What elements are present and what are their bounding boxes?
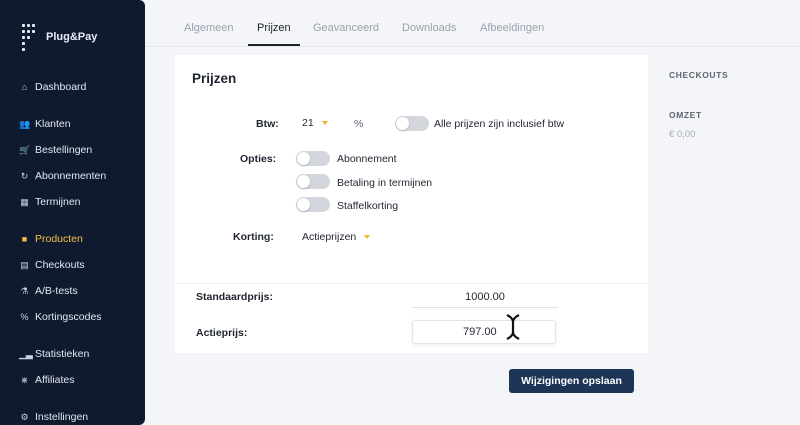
checkouts-label: CHECKOUTS <box>669 70 729 80</box>
tabs-divider <box>145 46 800 47</box>
termijnen-toggle[interactable] <box>296 174 330 189</box>
tab-bar <box>145 0 800 48</box>
btw-label: Btw: <box>256 118 279 130</box>
omzet-label: OMZET <box>669 110 702 120</box>
korting-label: Korting: <box>233 231 274 243</box>
sidebar-item-label: Termijnen <box>35 196 81 208</box>
section-title: Prijzen <box>192 71 237 86</box>
korting-select[interactable]: Actieprijzen <box>302 226 371 248</box>
brand[interactable]: Plug&Pay <box>18 22 97 52</box>
tab-geavanceerd[interactable]: Geavanceerd <box>313 22 379 34</box>
flask-icon: ⚗ <box>20 285 29 296</box>
chevron-down-icon <box>364 235 371 239</box>
chevron-down-icon <box>321 121 328 125</box>
chart-icon: ▁▃ <box>19 348 33 359</box>
korting-value: Actieprijzen <box>302 231 357 243</box>
sidebar-item-kortingscodes[interactable]: % Kortingscodes <box>19 311 102 323</box>
staffelkorting-toggle[interactable] <box>296 197 330 212</box>
gear-icon: ⚙ <box>20 411 29 422</box>
brand-logo-icon <box>18 22 38 52</box>
tab-algemeen[interactable]: Algemeen <box>184 22 234 34</box>
standaardprijs-label: Standaardprijs: <box>196 291 274 303</box>
btw-unit: % <box>354 118 364 130</box>
tab-downloads[interactable]: Downloads <box>402 22 456 34</box>
sidebar-item-checkouts[interactable]: ▤ Checkouts <box>19 259 85 271</box>
incl-btw-label: Alle prijzen zijn inclusief btw <box>434 118 565 130</box>
tab-prijzen[interactable]: Prijzen <box>257 22 291 34</box>
save-changes-button[interactable]: Wijzigingen opslaan <box>509 369 634 393</box>
sidebar-item-label: Bestellingen <box>35 144 93 156</box>
sidebar-item-instellingen[interactable]: ⚙ Instellingen <box>19 411 88 423</box>
percent-icon: % <box>20 312 29 322</box>
box-icon: ■ <box>21 234 28 244</box>
sidebar-item-ab-tests[interactable]: ⚗ A/B-tests <box>19 285 78 297</box>
omzet-value: € 0,00 <box>669 129 696 140</box>
sidebar-item-label: Dashboard <box>35 81 87 93</box>
sidebar-item-klanten[interactable]: 👥 Klanten <box>19 118 71 130</box>
sidebar-item-label: Abonnementen <box>35 170 107 182</box>
sidebar-item-label: A/B-tests <box>35 285 78 297</box>
home-icon: ⌂ <box>21 82 28 92</box>
users-icon: 👥 <box>19 118 31 129</box>
refresh-icon: ↻ <box>20 170 29 181</box>
actieprijs-label: Actieprijs: <box>196 327 248 339</box>
abonnement-toggle[interactable] <box>296 151 330 166</box>
table-icon: ▤ <box>20 259 29 270</box>
opties-label: Opties: <box>240 153 277 165</box>
option-label-termijnen: Betaling in termijnen <box>337 177 433 189</box>
sidebar: Plug&Pay ⌂ Dashboard 👥 Klanten 🛒 Bestell… <box>0 0 145 425</box>
sidebar-item-label: Klanten <box>35 118 71 130</box>
brand-name: Plug&Pay <box>46 31 98 43</box>
sidebar-item-affiliates[interactable]: ⋇ Affiliates <box>19 374 75 386</box>
calendar-icon: ▦ <box>20 196 29 207</box>
sidebar-item-label: Instellingen <box>35 411 89 423</box>
sidebar-item-label: Affiliates <box>35 374 75 386</box>
option-label-staffelkorting: Staffelkorting <box>337 200 399 212</box>
active-tab-indicator <box>248 44 300 46</box>
sidebar-item-label: Producten <box>35 233 83 245</box>
sidebar-item-label: Statistieken <box>35 348 90 360</box>
option-label-abonnement: Abonnement <box>337 153 397 165</box>
sidebar-item-dashboard[interactable]: ⌂ Dashboard <box>19 81 87 93</box>
btw-value: 21 <box>302 117 314 129</box>
sidebar-item-termijnen[interactable]: ▦ Termijnen <box>19 196 81 208</box>
sidebar-item-abonnementen[interactable]: ↻ Abonnementen <box>19 170 107 182</box>
sidebar-item-statistieken[interactable]: ▁▃ Statistieken <box>19 348 89 360</box>
share-icon: ⋇ <box>20 374 29 385</box>
btw-select[interactable]: 21 <box>302 112 328 134</box>
actieprijs-input[interactable]: 797.00 <box>412 320 556 344</box>
standaardprijs-input[interactable]: 1000.00 <box>412 286 558 308</box>
sidebar-item-producten[interactable]: ■ Producten <box>19 233 83 245</box>
sidebar-item-bestellingen[interactable]: 🛒 Bestellingen <box>19 144 92 156</box>
text-cursor-icon <box>506 314 520 340</box>
sidebar-item-label: Kortingscodes <box>35 311 102 323</box>
sidebar-item-label: Checkouts <box>35 259 85 271</box>
tab-afbeeldingen[interactable]: Afbeeldingen <box>480 22 544 34</box>
incl-btw-toggle[interactable] <box>395 116 429 131</box>
cart-icon: 🛒 <box>19 144 31 155</box>
